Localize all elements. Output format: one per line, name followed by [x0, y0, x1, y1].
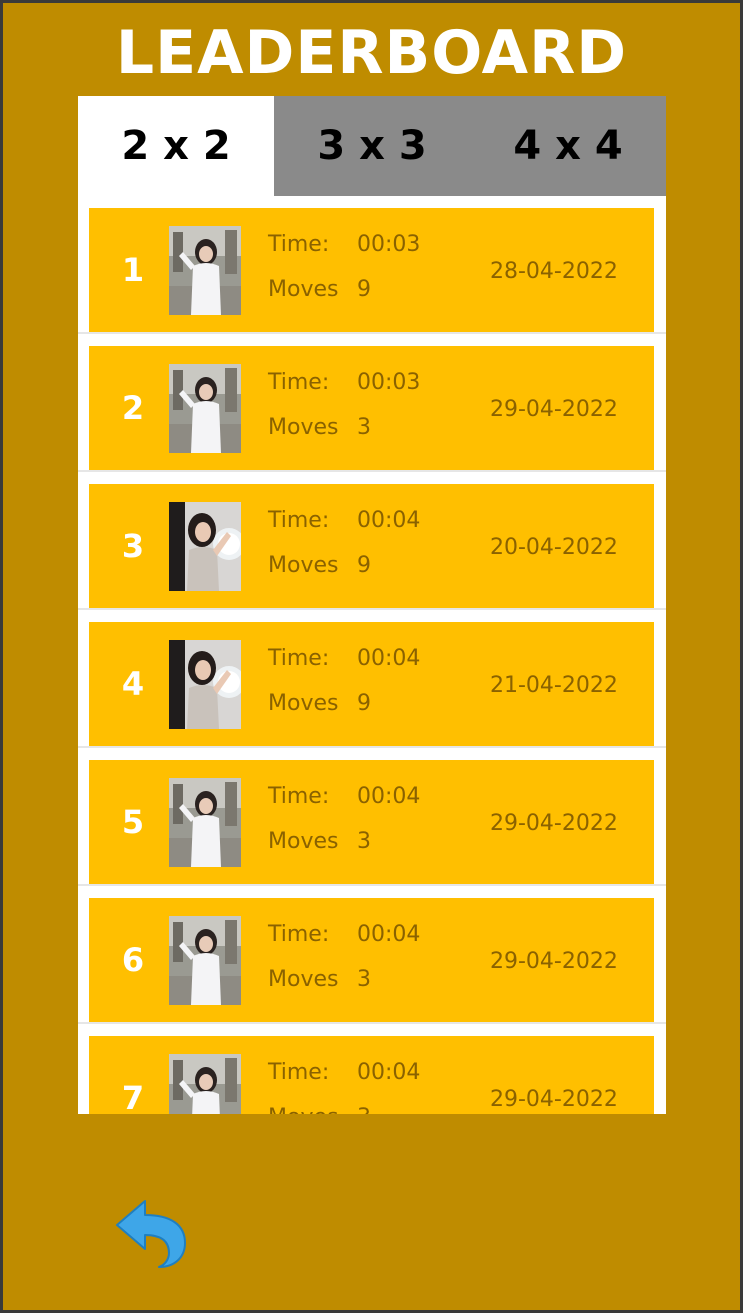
time-label: Time:	[268, 922, 330, 947]
list-item[interactable]: 4 Time: 00:04 Moves 9 21-04-2022	[78, 610, 666, 748]
leaderboard-screen: LEADERBOARD 2 x 2 3 x 3 4 x 4 1 Time: 00…	[3, 3, 740, 1310]
puzzle-photo	[169, 502, 241, 591]
moves-label: Moves	[268, 1105, 338, 1114]
time-label: Time:	[268, 370, 330, 395]
score-card: 7 Time: 00:04 29-04-2022	[89, 1036, 654, 1114]
moves-label: Moves	[268, 967, 339, 992]
puzzle-photo	[169, 364, 241, 453]
time-value: 00:04	[357, 784, 421, 809]
rank-number: 1	[121, 251, 145, 289]
score-card: 4 Time: 00:04 Moves 9 21-04-2022	[89, 622, 654, 746]
score-card: 6 Time: 00:04 Moves 3 29-04-2022	[89, 898, 654, 1022]
puzzle-photo	[169, 640, 241, 729]
time-value: 00:04	[357, 1060, 421, 1085]
time-label: Time:	[268, 508, 330, 533]
list-item[interactable]: 6 Time: 00:04 Moves 3 29-04-2022	[78, 886, 666, 1024]
date-value: 29-04-2022	[490, 397, 618, 422]
time-value: 00:03	[357, 370, 421, 395]
tab-4x4[interactable]: 4 x 4	[470, 96, 666, 196]
list-item[interactable]: 2 Time: 00:03 Moves 3 29-04-2022	[78, 334, 666, 472]
moves-value: 9	[357, 277, 371, 302]
time-label: Time:	[268, 784, 330, 809]
time-value: 00:04	[357, 922, 421, 947]
time-label: Time:	[268, 646, 330, 671]
back-button[interactable]	[111, 1195, 187, 1271]
puzzle-photo	[169, 916, 241, 1005]
tab-bar: 2 x 2 3 x 3 4 x 4	[78, 96, 666, 196]
date-value: 29-04-2022	[490, 811, 618, 836]
moves-value: 9	[357, 691, 371, 716]
tab-2x2[interactable]: 2 x 2	[78, 96, 274, 196]
moves-value: 3	[357, 1105, 371, 1114]
rank-number: 7	[121, 1079, 145, 1114]
back-arrow-icon	[116, 1200, 186, 1268]
rank-number: 2	[121, 389, 145, 427]
date-value: 28-04-2022	[490, 259, 618, 284]
puzzle-photo	[169, 778, 241, 867]
list-item[interactable]: 1 Time: 00:03 Moves 9 28-04-2022	[78, 196, 666, 334]
puzzle-photo	[169, 226, 241, 315]
puzzle-photo	[169, 1054, 241, 1114]
date-value: 29-04-2022	[490, 1087, 618, 1112]
time-value: 00:04	[357, 646, 421, 671]
list-item[interactable]: 3 Time: 00:04 Moves 9 20-04-2022	[78, 472, 666, 610]
moves-value: 3	[357, 967, 371, 992]
rank-number: 4	[121, 665, 145, 703]
score-card: 2 Time: 00:03 Moves 3 29-04-2022	[89, 346, 654, 470]
list-item[interactable]: 5 Time: 00:04 Moves 3 29-04-2022	[78, 748, 666, 886]
score-card: 1 Time: 00:03 Moves 9 28-04-2022	[89, 208, 654, 332]
time-value: 00:03	[357, 232, 421, 257]
tab-3x3[interactable]: 3 x 3	[274, 96, 470, 196]
date-value: 29-04-2022	[490, 949, 618, 974]
time-value: 00:04	[357, 508, 421, 533]
leaderboard-panel: 2 x 2 3 x 3 4 x 4 1 Time: 00:03 Moves 9 …	[78, 96, 666, 1114]
moves-label: Moves	[268, 829, 339, 854]
time-label: Time:	[268, 1060, 330, 1085]
moves-label: Moves	[268, 691, 339, 716]
rank-number: 6	[121, 941, 145, 979]
date-value: 21-04-2022	[490, 673, 618, 698]
score-card: 5 Time: 00:04 Moves 3 29-04-2022	[89, 760, 654, 884]
score-card: 3 Time: 00:04 Moves 9 20-04-2022	[89, 484, 654, 608]
date-value: 20-04-2022	[490, 535, 618, 560]
rank-number: 5	[121, 803, 145, 841]
rank-number: 3	[121, 527, 145, 565]
moves-value: 3	[357, 829, 371, 854]
moves-value: 9	[357, 553, 371, 578]
time-label: Time:	[268, 232, 330, 257]
moves-label: Moves	[268, 553, 339, 578]
moves-label: Moves	[268, 415, 339, 440]
moves-value: 3	[357, 415, 371, 440]
moves-label: Moves	[268, 277, 339, 302]
list-item[interactable]: 7 Time: 00:04 29-04-2022	[78, 1024, 666, 1114]
page-title: LEADERBOARD	[115, 18, 628, 88]
score-list[interactable]: 1 Time: 00:03 Moves 9 28-04-2022 2 Time:…	[78, 196, 666, 1114]
